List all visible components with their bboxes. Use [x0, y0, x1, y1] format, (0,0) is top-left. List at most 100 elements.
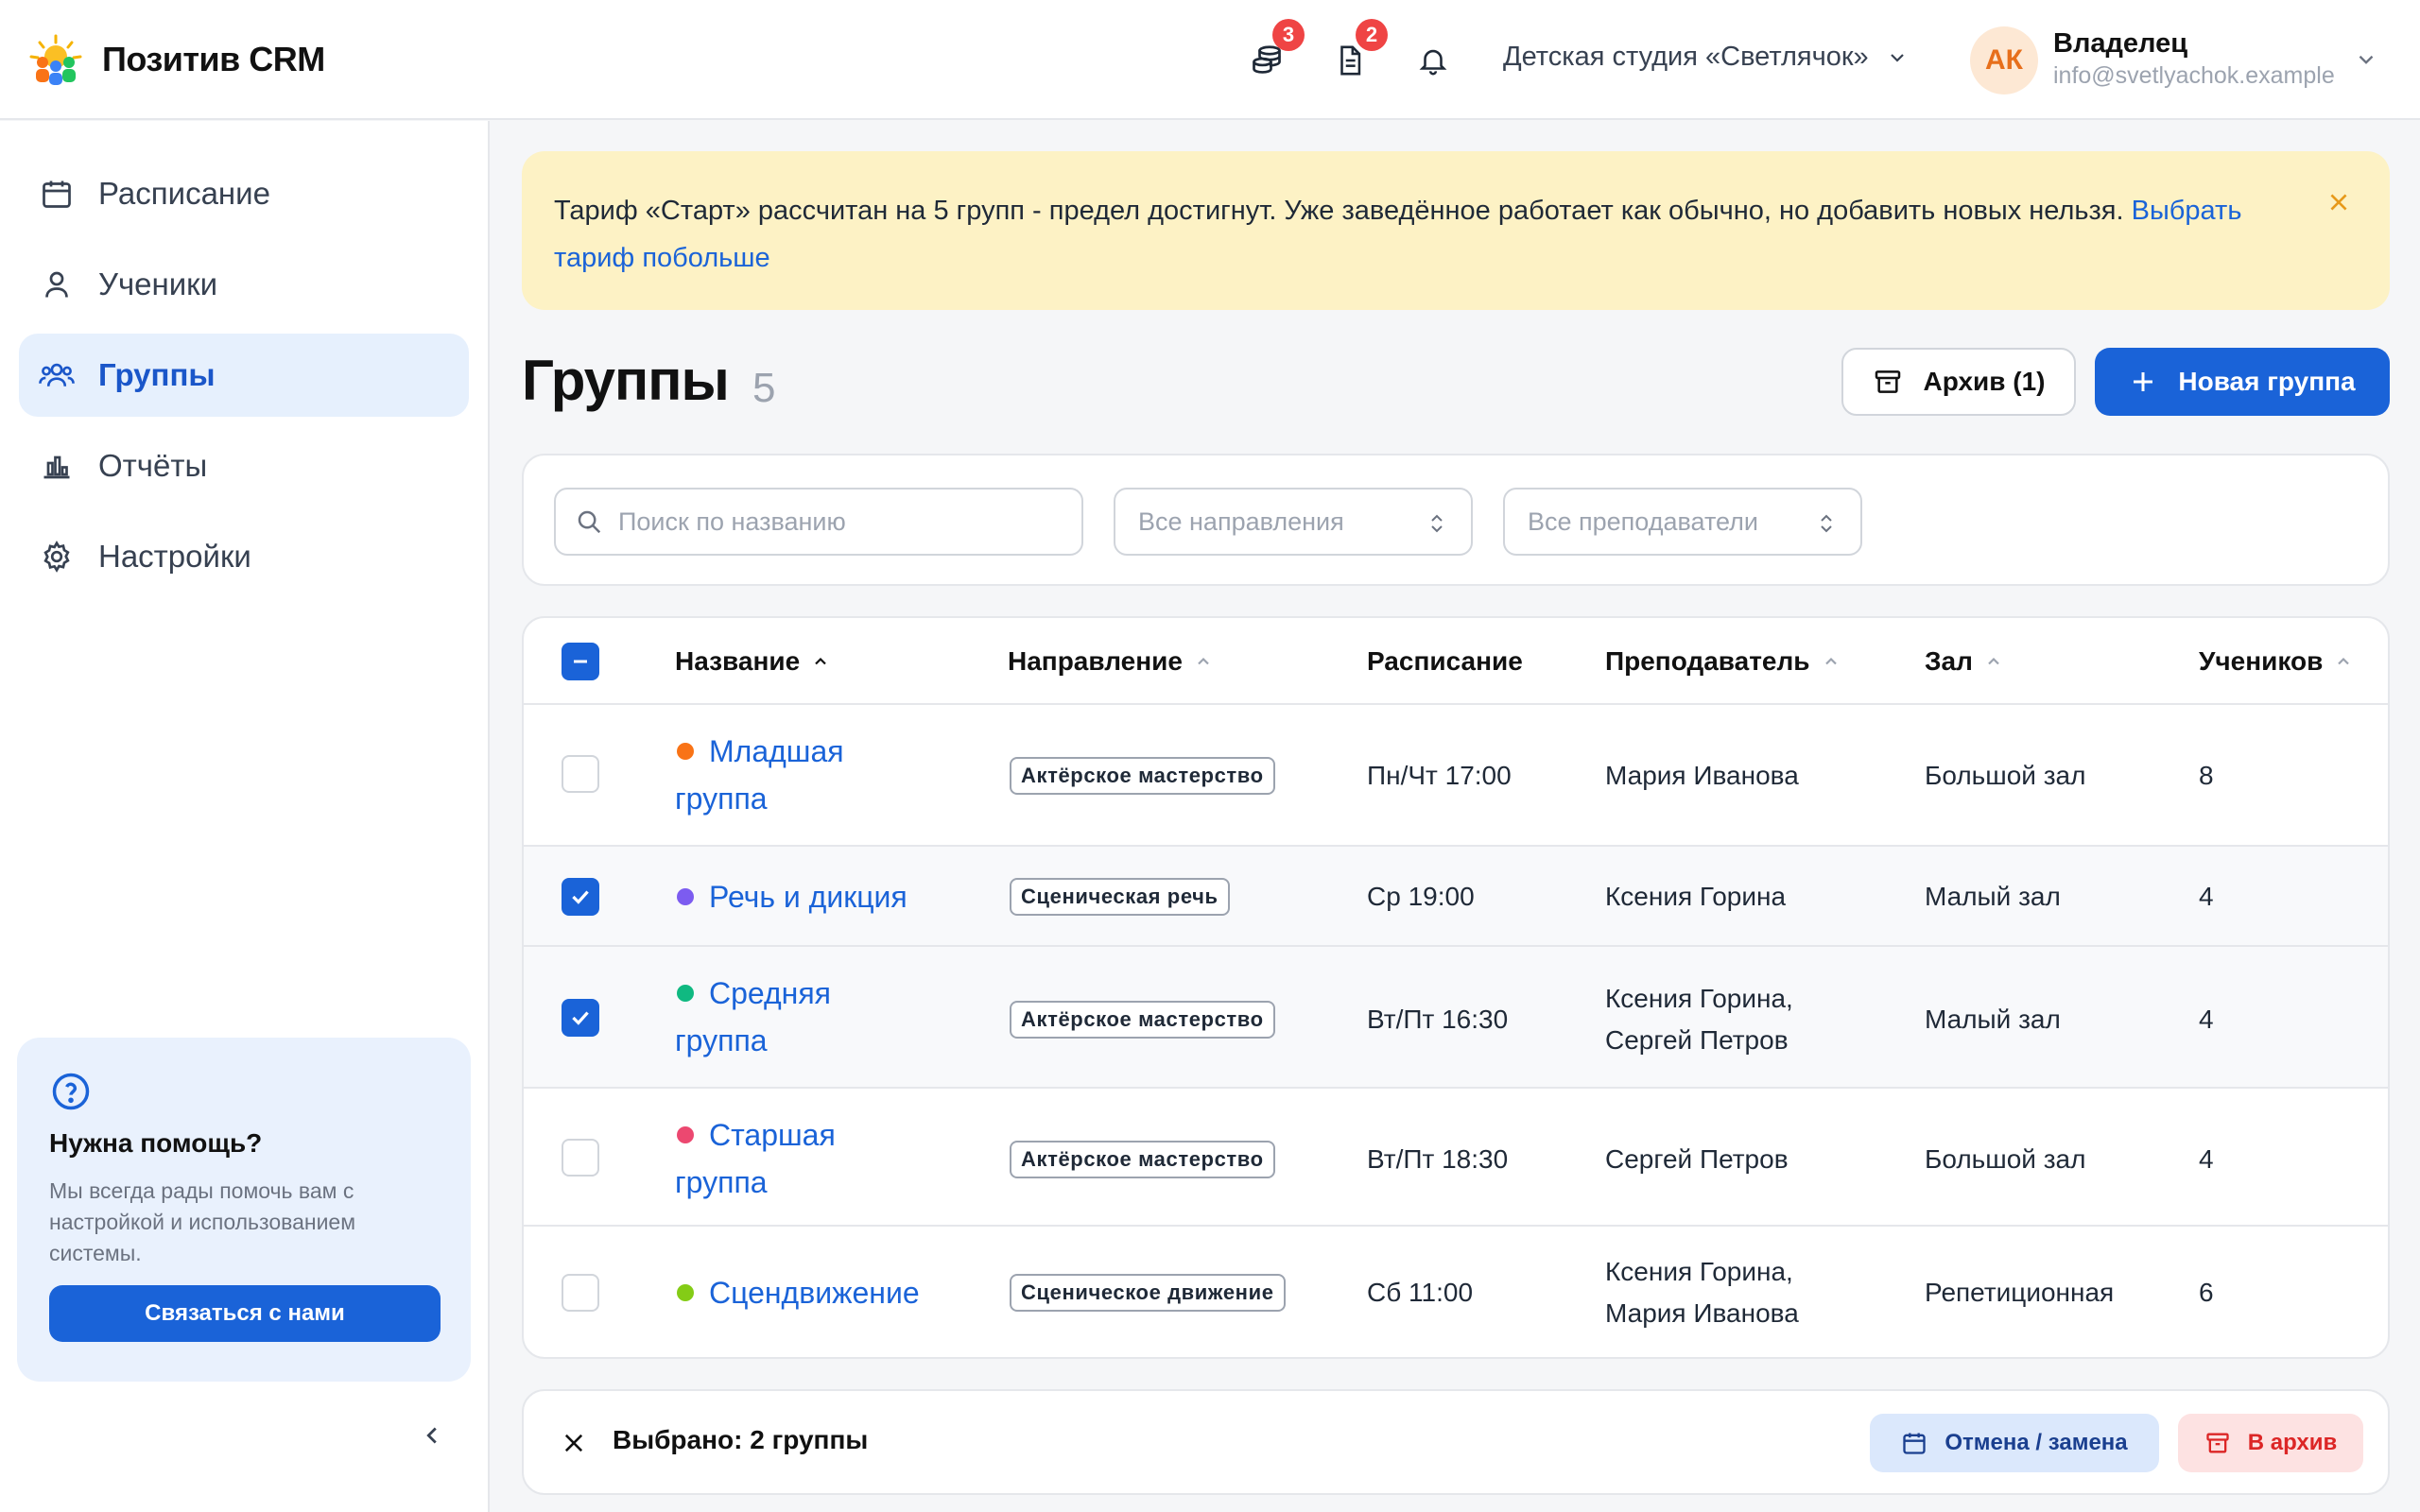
app-logo[interactable]: Позитив CRM [28, 34, 325, 85]
table-row[interactable]: Старшая группа Актёрское мастерство Вт/П… [524, 1089, 2388, 1227]
notifications-button[interactable] [1412, 40, 1454, 81]
user-menu-chevron-icon[interactable] [2354, 47, 2378, 72]
column-direction[interactable]: Направление [1008, 646, 1213, 677]
contact-us-button[interactable]: Связаться с нами [49, 1285, 441, 1342]
cancel-replace-label: Отмена / замена [1945, 1430, 2128, 1455]
calendar-icon [1903, 1433, 1927, 1454]
banner-text: Тариф «Старт» рассчитан на 5 групп - пре… [554, 196, 2132, 226]
sidebar-item-reports[interactable]: Отчёты [19, 424, 469, 507]
sidebar-item-label: Настройки [98, 539, 251, 574]
column-students[interactable]: Учеников [2199, 646, 2353, 677]
help-title: Нужна помощь? [49, 1128, 263, 1158]
sort-icon [1988, 657, 1999, 665]
table-row[interactable]: Средняя группа Актёрское мастерство Вт/П… [524, 947, 2388, 1089]
teacher-select-value: Все преподаватели [1528, 507, 1758, 536]
banner-close-button[interactable] [2324, 187, 2354, 217]
table-header: Название Направление Расписание Преподав… [524, 618, 2388, 705]
sidebar-item-schedule[interactable]: Расписание [19, 152, 469, 235]
hall-cell: Репетиционная [1925, 1278, 2115, 1307]
hall-cell: Малый зал [1925, 882, 2061, 911]
payments-button[interactable]: 3 [1246, 19, 1305, 81]
hall-cell: Большой зал [1925, 761, 2086, 790]
table-row[interactable]: Сцендвижение Сценическое движение Сб 11:… [524, 1227, 2388, 1357]
group-name-link[interactable]: Речь и дикция [675, 873, 977, 920]
schedule-cell: Вт/Пт 18:30 [1367, 1144, 1509, 1174]
users-icon [39, 363, 75, 387]
documents-button[interactable]: 2 [1329, 19, 1388, 81]
gear-icon [43, 541, 70, 573]
row-checkbox[interactable] [562, 755, 599, 793]
payments-badge: 3 [1272, 19, 1305, 51]
calendar-icon [43, 180, 71, 208]
sidebar: Расписание Ученики Группы Отчёты Настрой… [0, 121, 490, 1512]
teacher-cell: Мария Иванова [1605, 761, 1799, 790]
studio-switcher[interactable]: Детская студия «Светлячок» [1503, 42, 1909, 73]
row-checkbox[interactable] [562, 878, 599, 916]
clear-selection-button[interactable] [558, 1427, 590, 1459]
chart-icon [43, 455, 70, 479]
updown-chevron-icon [1821, 514, 1832, 533]
column-name[interactable]: Название [675, 646, 830, 677]
column-schedule: Расписание [1367, 646, 1523, 676]
schedule-cell: Сб 11:00 [1367, 1278, 1474, 1307]
group-name-link[interactable]: Младшая группа [675, 728, 921, 822]
row-checkbox[interactable] [562, 1139, 599, 1177]
plus-icon [2134, 372, 2153, 391]
user-avatar[interactable]: АК [1970, 26, 2038, 94]
archive-box-icon [2206, 1433, 2229, 1453]
teacher-cell: Ксения Горина [1605, 882, 1787, 911]
archive-button-label: Архив (1) [1923, 367, 2046, 396]
hall-cell: Большой зал [1925, 1144, 2086, 1174]
groups-table: Название Направление Расписание Преподав… [522, 616, 2390, 1359]
sidebar-item-settings[interactable]: Настройки [19, 515, 469, 598]
search-input[interactable]: Поиск по названию [554, 488, 1083, 556]
direction-tag: Актёрское мастерство [1010, 1001, 1275, 1039]
schedule-cell: Ср 19:00 [1367, 882, 1475, 911]
cancel-replace-button[interactable]: Отмена / замена [1870, 1414, 2159, 1472]
tariff-limit-banner: Тариф «Старт» рассчитан на 5 групп - пре… [522, 151, 2390, 310]
row-checkbox[interactable] [562, 999, 599, 1037]
sidebar-item-label: Группы [98, 357, 216, 392]
sidebar-item-label: Отчёты [98, 448, 208, 483]
minus-icon [574, 660, 587, 663]
groups-count: 5 [752, 365, 776, 411]
direction-tag: Актёрское мастерство [1010, 1141, 1275, 1178]
close-icon [564, 1434, 583, 1452]
search-icon [578, 510, 601, 534]
select-all-checkbox[interactable] [562, 643, 599, 680]
new-group-button[interactable]: Новая группа [2095, 348, 2390, 416]
column-teacher[interactable]: Преподаватель [1605, 646, 1841, 677]
sidebar-item-label: Ученики [98, 266, 218, 301]
column-hall[interactable]: Зал [1925, 646, 2003, 677]
teacher-select[interactable]: Все преподаватели [1503, 488, 1862, 556]
move-to-archive-button[interactable]: В архив [2178, 1414, 2363, 1472]
sidebar-item-label: Расписание [98, 176, 270, 211]
sort-asc-icon [815, 657, 826, 665]
group-name-link[interactable]: Старшая группа [675, 1111, 921, 1206]
studio-name: Детская студия «Светлячок» [1503, 42, 1869, 72]
archive-button[interactable]: Архив (1) [1841, 348, 2076, 416]
group-name-link[interactable]: Средняя группа [675, 970, 921, 1064]
students-cell: 8 [2199, 761, 2214, 790]
direction-select[interactable]: Все направления [1114, 488, 1473, 556]
hall-cell: Малый зал [1925, 1005, 2061, 1034]
close-icon [2330, 194, 2347, 211]
chevron-left-icon [426, 1427, 437, 1444]
filters-panel: Поиск по названию Все направления Все пр… [522, 454, 2390, 586]
table-row[interactable]: Речь и дикция Сценическая речь Ср 19:00 … [524, 847, 2388, 947]
table-row[interactable]: Младшая группа Актёрское мастерство Пн/Ч… [524, 705, 2388, 847]
group-name-link[interactable]: Сцендвижение [675, 1269, 996, 1316]
teacher-cell: Ксения Горина, Сергей Петров [1605, 984, 1793, 1055]
teacher-cell: Ксения Горина, Мария Иванова [1605, 1257, 1799, 1328]
chevron-down-icon [1890, 53, 1904, 62]
schedule-cell: Пн/Чт 17:00 [1367, 761, 1512, 790]
user-role[interactable]: Владелец [2053, 28, 2187, 60]
help-card: Нужна помощь? Мы всегда рады помочь вам … [17, 1038, 471, 1382]
sidebar-item-groups[interactable]: Группы [19, 334, 469, 417]
page-title: Группы [522, 349, 730, 412]
collapse-sidebar-button[interactable] [416, 1419, 448, 1452]
row-checkbox[interactable] [562, 1274, 599, 1312]
sidebar-item-students[interactable]: Ученики [19, 243, 469, 326]
teacher-cell: Сергей Петров [1605, 1144, 1789, 1174]
check-icon [572, 890, 589, 904]
